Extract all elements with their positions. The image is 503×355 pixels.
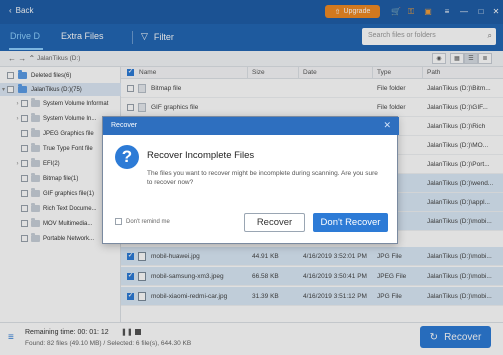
close-icon[interactable]: ✕ xyxy=(383,120,391,131)
dialog-recover-button[interactable]: Recover xyxy=(244,213,305,232)
dont-remind-checkbox[interactable] xyxy=(115,218,122,225)
dont-remind-option[interactable]: Don't remind me xyxy=(115,218,170,225)
dialog-message: The files you want to recover might be i… xyxy=(147,170,378,186)
recover-dialog: Recover ✕ ? Recover Incomplete Files The… xyxy=(102,116,399,244)
dialog-heading: Recover Incomplete Files xyxy=(147,150,255,161)
dont-remind-label: Don't remind me xyxy=(126,218,170,225)
dont-recover-button[interactable]: Don't Recover xyxy=(313,213,388,232)
dialog-title: Recover xyxy=(111,122,138,129)
dialog-title-bar: Recover xyxy=(103,117,399,135)
question-icon: ? xyxy=(115,145,139,169)
